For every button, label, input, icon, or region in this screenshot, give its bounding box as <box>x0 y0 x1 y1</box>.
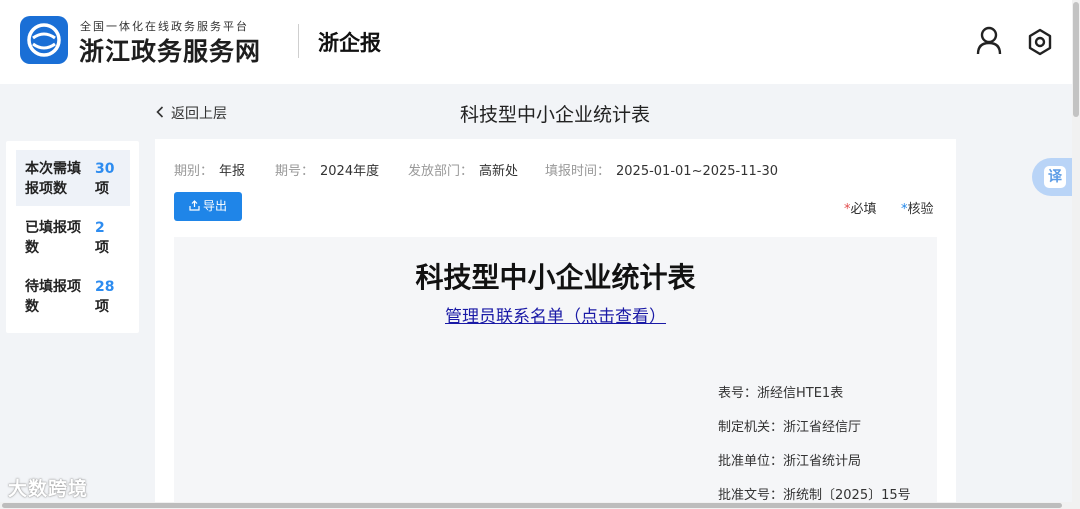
meta-period-label: 期号： <box>275 164 315 179</box>
meta-period-value: 2024年度 <box>320 164 380 179</box>
stat-pending-label: 待填报项数 <box>25 279 81 315</box>
stat-filled: 已填报项数 2 项 <box>25 218 135 260</box>
vertical-scrollbar-thumb[interactable] <box>1073 2 1079 117</box>
meta-period-type: 期别： 年报 <box>174 160 245 179</box>
legend-required-label: 必填 <box>850 202 877 217</box>
user-icon[interactable] <box>975 26 1003 56</box>
export-button[interactable]: 导出 <box>174 192 242 221</box>
sub-brand-title[interactable]: 浙企报 <box>318 27 381 57</box>
form-table-no: 表号：浙经信HTE1表 <box>718 386 844 401</box>
stat-pending: 待填报项数 28 项 <box>25 277 135 319</box>
platform-name[interactable]: 浙江政务服务网 <box>79 32 261 68</box>
stat-total-value: 30 <box>95 161 115 177</box>
horizontal-scrollbar-thumb[interactable] <box>2 503 1062 508</box>
meta-period-type-value: 年报 <box>219 164 246 179</box>
meta-dept-label: 发放部门： <box>408 164 474 179</box>
watermark: 大数跨境 <box>8 478 89 500</box>
legend-required: *必填 <box>844 198 877 217</box>
meta-time: 填报时间： 2025-01-01~2025-11-30 <box>545 160 778 179</box>
meta-dept: 发放部门： 高新处 <box>408 160 518 179</box>
meta-time-value: 2025-01-01~2025-11-30 <box>616 164 779 179</box>
stat-total: 本次需填报项数 30 项 <box>25 159 135 201</box>
meta-period-type-label: 期别： <box>174 164 214 179</box>
back-label: 返回上层 <box>171 106 227 122</box>
legend-verify: *核验 <box>901 198 934 217</box>
top-header: 全国一体化在线政务服务平台 浙江政务服务网 浙企报 <box>0 0 1080 84</box>
zhejiang-logo-icon[interactable] <box>20 16 68 64</box>
chevron-left-icon <box>156 106 165 122</box>
export-label: 导出 <box>202 199 227 213</box>
legend-verify-label: 核验 <box>907 202 934 217</box>
form-title: 科技型中小企业统计表 <box>415 261 696 294</box>
stat-total-unit: 项 <box>95 181 109 197</box>
settings-icon[interactable] <box>1025 27 1055 57</box>
translate-icon: 译 <box>1044 166 1066 188</box>
form-approval-no: 批准文号：浙统制〔2025〕15号 <box>718 488 911 503</box>
meta-dept-value: 高新处 <box>479 164 519 179</box>
page-title: 科技型中小企业统计表 <box>459 104 650 126</box>
header-divider <box>298 24 299 58</box>
stat-pending-value: 28 <box>95 279 115 295</box>
stat-total-label: 本次需填报项数 <box>25 161 81 197</box>
export-icon <box>189 200 200 211</box>
contact-list-link[interactable]: 管理员联系名单（点击查看） <box>174 302 937 327</box>
meta-period: 期号： 2024年度 <box>275 160 379 179</box>
back-link[interactable]: 返回上层 <box>156 103 227 123</box>
stat-filled-unit: 项 <box>95 240 109 256</box>
meta-time-label: 填报时间： <box>545 164 611 179</box>
stat-filled-value: 2 <box>95 220 105 236</box>
form-approver: 批准单位：浙江省统计局 <box>718 454 862 469</box>
stat-pending-unit: 项 <box>95 299 109 315</box>
form-issuer: 制定机关：浙江省经信厅 <box>718 420 862 435</box>
stat-filled-label: 已填报项数 <box>25 220 81 256</box>
